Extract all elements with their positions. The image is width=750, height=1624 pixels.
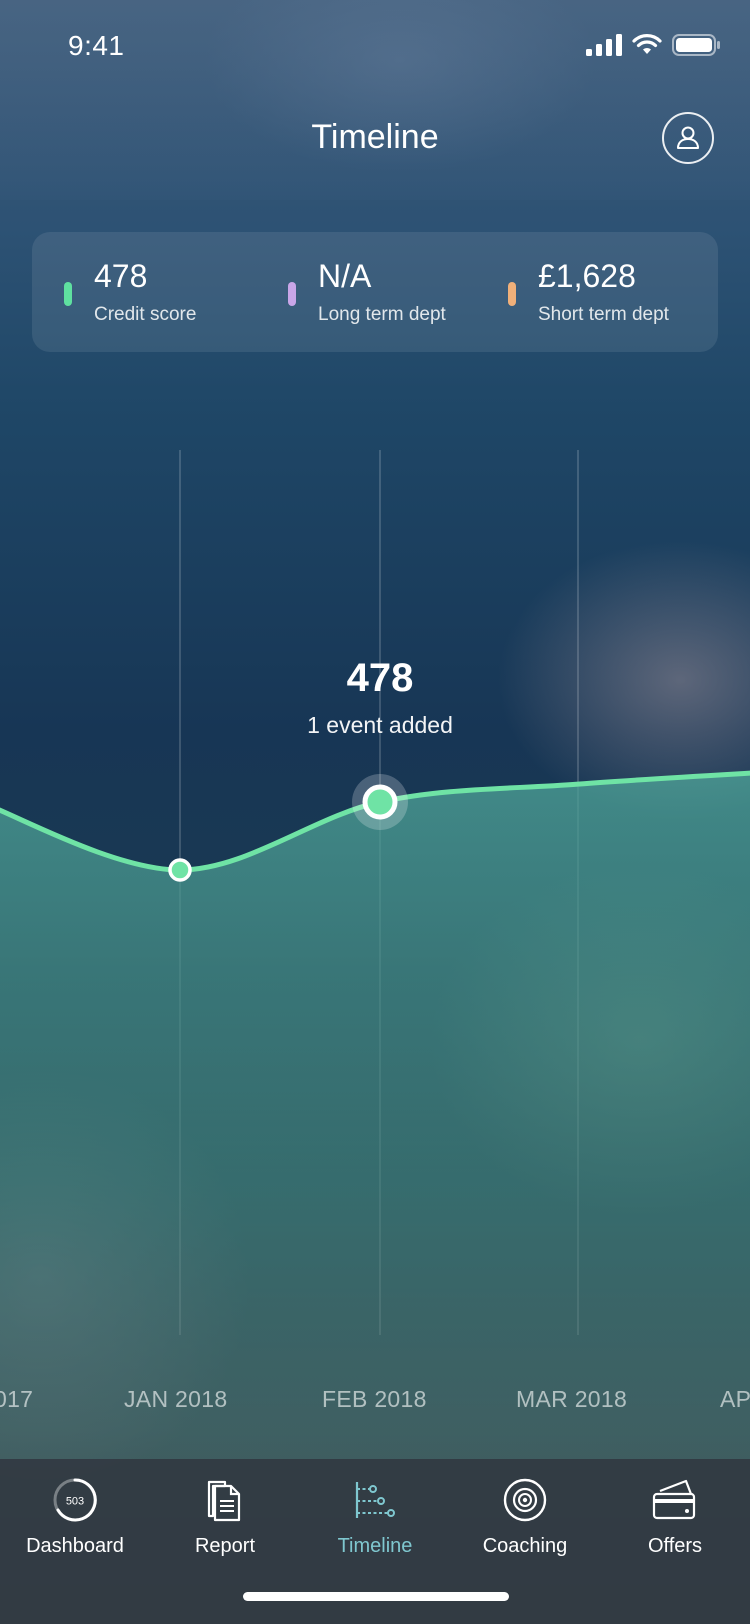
selected-event-note: 1 event added xyxy=(307,712,453,738)
tab-dashboard[interactable]: 503 Dashboard xyxy=(0,1471,150,1558)
selected-data-point[interactable] xyxy=(362,784,398,820)
tab-report[interactable]: Report xyxy=(150,1471,300,1558)
cards-icon xyxy=(652,1479,696,1520)
dashboard-score-badge: 503 xyxy=(66,1496,84,1508)
tab-timeline[interactable]: Timeline xyxy=(300,1471,450,1558)
tab-label: Dashboard xyxy=(26,1535,124,1557)
x-tick-label: AP xyxy=(720,1386,750,1412)
score-dial-icon: 503 xyxy=(53,1478,97,1522)
x-tick-label: FEB 2018 xyxy=(322,1386,427,1412)
tab-label: Coaching xyxy=(482,1535,568,1557)
data-point[interactable] xyxy=(168,858,192,882)
timeline-icon xyxy=(355,1482,395,1518)
score-area xyxy=(0,773,750,1459)
timeline-chart[interactable] xyxy=(0,0,750,1624)
tab-label: Timeline xyxy=(337,1535,413,1557)
tab-label: Report xyxy=(194,1535,256,1557)
tab-label: Offers xyxy=(647,1535,703,1557)
target-icon xyxy=(503,1478,547,1522)
x-tick-label: 017 xyxy=(0,1386,34,1412)
x-tick-label: MAR 2018 xyxy=(516,1386,628,1412)
document-icon xyxy=(207,1480,241,1522)
tab-offers[interactable]: Offers xyxy=(600,1471,750,1558)
tab-coaching[interactable]: Coaching xyxy=(450,1471,600,1558)
home-indicator xyxy=(243,1592,509,1601)
selected-score: 478 xyxy=(346,656,414,700)
x-tick-label: JAN 2018 xyxy=(124,1386,228,1412)
